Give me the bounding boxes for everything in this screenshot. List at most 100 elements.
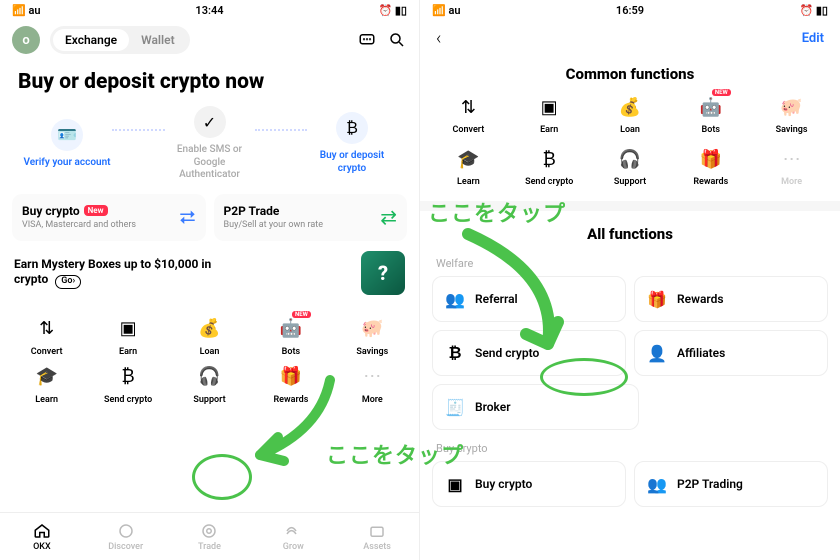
section-divider	[420, 201, 840, 211]
learn-icon: 🎓	[454, 145, 482, 173]
grid-send[interactable]: ₿Send crypto	[89, 363, 166, 405]
buy-crypto-card[interactable]: Buy cryptoNew VISA, Mastercard and other…	[12, 194, 206, 241]
rewards-icon: 🎁	[647, 289, 667, 309]
grid-earn[interactable]: ▣Earn	[511, 93, 588, 135]
tile-referral[interactable]: 👥Referral	[432, 276, 626, 322]
grid-earn[interactable]: ▣Earn	[89, 315, 166, 357]
mystery-box-banner[interactable]: Earn Mystery Boxes up to $10,000 in cryp…	[0, 241, 419, 305]
bottom-tabbar: OKX Discover Trade Grow Assets	[0, 512, 419, 560]
status-time: 16:59	[616, 4, 644, 17]
back-button[interactable]: ‹	[436, 28, 441, 49]
status-time: 13:44	[195, 4, 223, 17]
grid-savings[interactable]: 🐖Savings	[334, 315, 411, 357]
grid-learn[interactable]: 🎓Learn	[8, 363, 85, 405]
card-title: P2P Trade	[224, 204, 324, 218]
edit-button[interactable]: Edit	[802, 31, 824, 46]
grid-learn[interactable]: 🎓Learn	[430, 145, 507, 187]
status-bar: 📶 au 16:59 ⏰ ▮▯	[420, 0, 840, 20]
headline: Buy or deposit crypto now	[0, 60, 419, 106]
status-right: ⏰ ▮▯	[799, 4, 828, 17]
function-grid: ⇅Convert ▣Earn 💰Loan 🤖NEWBots 🐖Savings 🎓…	[0, 305, 419, 415]
tile-p2p[interactable]: 👥P2P Trading	[634, 461, 828, 507]
arrows-icon: ⮂	[180, 205, 196, 229]
tab-exchange[interactable]: Exchange	[53, 29, 129, 51]
step-sms: ✓ Enable SMS or Google Authenticator	[165, 106, 255, 182]
loan-icon: 💰	[195, 315, 223, 343]
referral-icon: 👥	[445, 289, 465, 309]
grid-support[interactable]: 🎧Support	[171, 363, 248, 405]
tab-grow[interactable]: Grow	[251, 513, 335, 560]
send-icon: ₿	[445, 343, 465, 363]
tile-rewards[interactable]: 🎁Rewards	[634, 276, 828, 322]
earn-icon: ▣	[535, 93, 563, 121]
card-sub: VISA, Mastercard and others	[22, 220, 136, 231]
savings-icon: 🐖	[358, 315, 386, 343]
welfare-subheader: Welfare	[420, 253, 840, 276]
status-right: ⏰ ▮▯	[378, 4, 407, 17]
grid-rewards[interactable]: 🎁Rewards	[252, 363, 329, 405]
onboarding-steps: 🪪 Verify your account ✓ Enable SMS or Go…	[0, 106, 419, 182]
convert-icon: ⇅	[33, 315, 61, 343]
send-icon: ₿	[535, 145, 563, 173]
search-icon[interactable]	[387, 30, 407, 50]
tab-trade[interactable]: Trade	[168, 513, 252, 560]
step-dots	[255, 129, 308, 131]
grid-more[interactable]: ⋯More	[753, 145, 830, 187]
grid-bots[interactable]: 🤖NEWBots	[672, 93, 749, 135]
grid-convert[interactable]: ⇅Convert	[430, 93, 507, 135]
affiliates-icon: 👤	[647, 343, 667, 363]
tab-wallet[interactable]: Wallet	[129, 29, 187, 51]
step-verify[interactable]: 🪪 Verify your account	[22, 119, 112, 170]
support-icon: 🎧	[616, 145, 644, 173]
tile-broker[interactable]: 🧾Broker	[432, 384, 639, 430]
step-deposit[interactable]: ₿ Buy or deposit crypto	[307, 112, 397, 175]
tile-affiliates[interactable]: 👤Affiliates	[634, 330, 828, 376]
support-icon: 🎧	[195, 363, 223, 391]
more-icon: ⋯	[778, 145, 806, 173]
grid-loan[interactable]: 💰Loan	[171, 315, 248, 357]
tile-row: ₿Send crypto 👤Affiliates	[420, 330, 840, 384]
grid-send[interactable]: ₿Send crypto	[511, 145, 588, 187]
tile-row: 👥Referral 🎁Rewards	[420, 276, 840, 330]
check-icon: ✓	[194, 106, 226, 138]
grid-bots[interactable]: 🤖NEWBots	[252, 315, 329, 357]
bitcoin-icon: ₿	[336, 112, 368, 144]
tab-okx[interactable]: OKX	[0, 513, 84, 560]
rewards-icon: 🎁	[697, 145, 725, 173]
tile-send[interactable]: ₿Send crypto	[432, 330, 626, 376]
step-dots	[112, 129, 165, 131]
tab-assets[interactable]: Assets	[335, 513, 419, 560]
grid-more[interactable]: ⋯More	[334, 363, 411, 405]
tile-buycrypto[interactable]: ▣Buy crypto	[432, 461, 626, 507]
left-header: o Exchange Wallet	[0, 20, 419, 60]
new-badge: New	[84, 205, 108, 216]
card-sub: Buy/Sell at your own rate	[224, 220, 324, 231]
swap-icon: ⇄	[380, 205, 397, 229]
promo-cards: Buy cryptoNew VISA, Mastercard and other…	[0, 182, 419, 241]
common-functions-title: Common functions	[420, 57, 840, 93]
mystery-box-icon	[361, 251, 405, 295]
grid-convert[interactable]: ⇅Convert	[8, 315, 85, 357]
rewards-icon: 🎁	[277, 363, 305, 391]
chat-icon[interactable]	[357, 30, 377, 50]
grid-savings[interactable]: 🐖Savings	[753, 93, 830, 135]
p2p-card[interactable]: P2P Trade Buy/Sell at your own rate ⇄	[214, 194, 408, 241]
id-card-icon: 🪪	[51, 119, 83, 151]
bots-icon: 🤖NEW	[277, 315, 305, 343]
status-bar: 📶 au 13:44 ⏰ ▮▯	[0, 0, 419, 20]
mode-segment[interactable]: Exchange Wallet	[50, 26, 190, 54]
grid-rewards[interactable]: 🎁Rewards	[672, 145, 749, 187]
grid-support[interactable]: 🎧Support	[592, 145, 669, 187]
phone-right: 📶 au 16:59 ⏰ ▮▯ ‹ Edit Common functions …	[420, 0, 840, 560]
avatar[interactable]: o	[12, 26, 40, 54]
status-carrier: 📶 au	[12, 4, 41, 17]
buy-icon: ▣	[445, 474, 465, 494]
loan-icon: 💰	[616, 93, 644, 121]
bots-icon: 🤖NEW	[697, 93, 725, 121]
new-badge: NEW	[292, 311, 311, 318]
savings-icon: 🐖	[778, 93, 806, 121]
tab-discover[interactable]: Discover	[84, 513, 168, 560]
phone-left: 📶 au 13:44 ⏰ ▮▯ o Exchange Wallet Buy or…	[0, 0, 420, 560]
grid-loan[interactable]: 💰Loan	[592, 93, 669, 135]
buycrypto-subheader: Buy crypto	[420, 438, 840, 461]
